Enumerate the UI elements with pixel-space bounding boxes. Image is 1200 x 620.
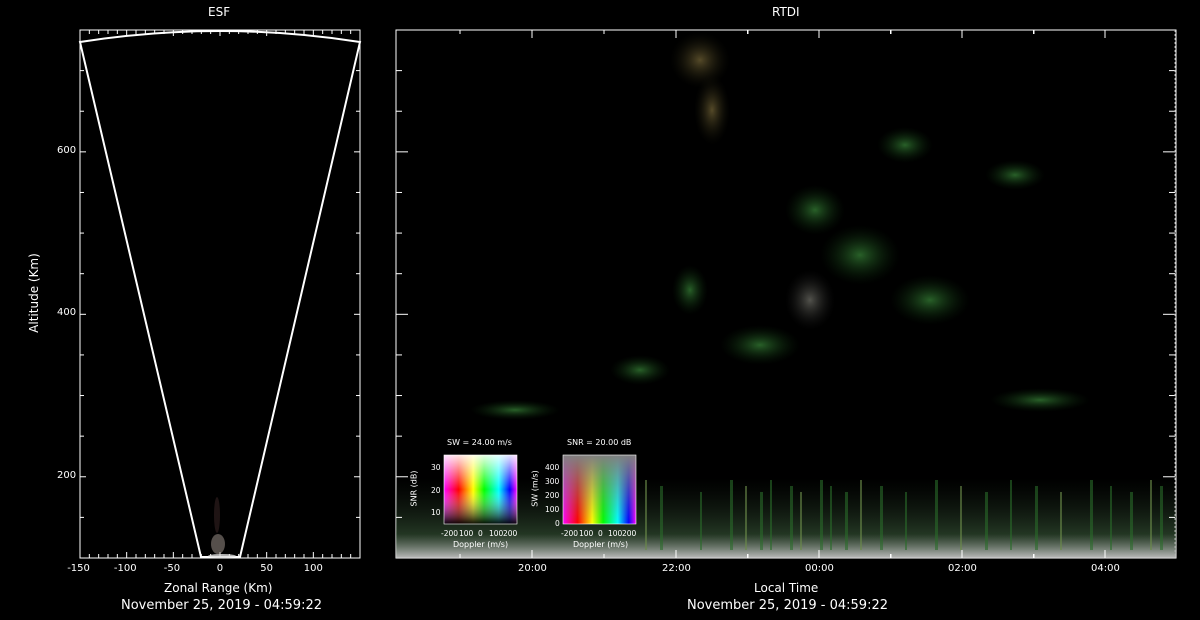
legend-sw-xlabel: Doppler (m/s) xyxy=(453,540,509,549)
legend-sw-ylabel: SNR (dB) xyxy=(409,470,419,507)
rtdi-streak xyxy=(700,492,702,550)
rtdi-streak xyxy=(820,480,823,550)
rtdi-streak xyxy=(760,492,763,550)
rtdi-streak xyxy=(880,486,883,550)
legend-sw-ytick: 30 xyxy=(431,463,441,472)
legend-snr-title: SNR = 20.00 dB xyxy=(567,438,632,447)
legend-sw-xtick: 200 xyxy=(503,529,518,538)
rtdi-date: November 25, 2019 - 04:59:22 xyxy=(687,598,888,613)
rtdi-x-tick-label: 04:00 xyxy=(1091,563,1120,574)
legend-snr-ylabel: SW (m/s) xyxy=(530,470,540,507)
rtdi-streak xyxy=(960,486,962,550)
legend-snr-xtick: -200 xyxy=(561,529,579,538)
rtdi-xlabel: Local Time xyxy=(754,581,819,595)
legend-snr-ytick: 100 xyxy=(545,505,560,514)
rtdi-streak xyxy=(790,486,793,550)
rtdi-streak xyxy=(660,486,663,550)
legend-snr-xtick: 100 xyxy=(608,529,623,538)
rtdi-streak xyxy=(1010,480,1012,550)
rtdi-streak xyxy=(1110,486,1112,550)
rtdi-streak xyxy=(1150,480,1152,550)
rtdi-streak xyxy=(1090,480,1093,550)
rtdi-x-tick-label: 00:00 xyxy=(805,563,834,574)
rtdi-streak xyxy=(830,486,832,550)
legend-sw-xtick: 100 xyxy=(489,529,504,538)
rtdi-streak xyxy=(770,480,772,550)
rtdi-streak xyxy=(1035,486,1038,550)
legend-snr-ytick: 400 xyxy=(545,463,560,472)
legend-snr-xtick: 100 xyxy=(579,529,594,538)
legend-sw-xtick: -200 xyxy=(441,529,459,538)
rtdi-streak xyxy=(730,480,733,550)
rtdi-streak xyxy=(860,480,862,550)
rtdi-streak xyxy=(1130,492,1133,550)
legend-snr-swatch xyxy=(562,454,637,525)
rtdi-streak xyxy=(645,480,647,550)
rtdi-streak xyxy=(745,486,747,550)
rtdi-streak xyxy=(935,480,938,550)
legend-snr-xtick: 200 xyxy=(622,529,637,538)
legend-sw-swatch xyxy=(443,454,518,525)
rtdi-x-tick-label: 22:00 xyxy=(662,563,691,574)
legend-sw-xtick: 0 xyxy=(478,529,483,538)
legend-snr-ytick: 300 xyxy=(545,477,560,486)
rtdi-streak xyxy=(800,492,802,550)
rtdi-streak xyxy=(845,492,848,550)
rtdi-x-tick-label: 20:00 xyxy=(518,563,547,574)
rtdi-streak xyxy=(1060,492,1062,550)
legend-sw-ytick: 10 xyxy=(431,508,441,517)
legend-sw-ytick: 20 xyxy=(431,486,441,495)
legend-snr-xtick: 0 xyxy=(598,529,603,538)
legend-sw-xtick: 100 xyxy=(459,529,474,538)
rtdi-streak xyxy=(905,492,907,550)
legend-snr-ytick: 0 xyxy=(555,519,560,528)
legend-snr-xlabel: Doppler (m/s) xyxy=(573,540,629,549)
legend-snr-ytick: 200 xyxy=(545,491,560,500)
rtdi-x-tick-label: 02:00 xyxy=(948,563,977,574)
rtdi-streak xyxy=(985,492,988,550)
legend-sw-title: SW = 24.00 m/s xyxy=(447,438,512,447)
rtdi-streak xyxy=(1160,486,1163,550)
rtdi-plot xyxy=(395,29,1177,559)
rtdi-echoes xyxy=(470,32,1090,420)
